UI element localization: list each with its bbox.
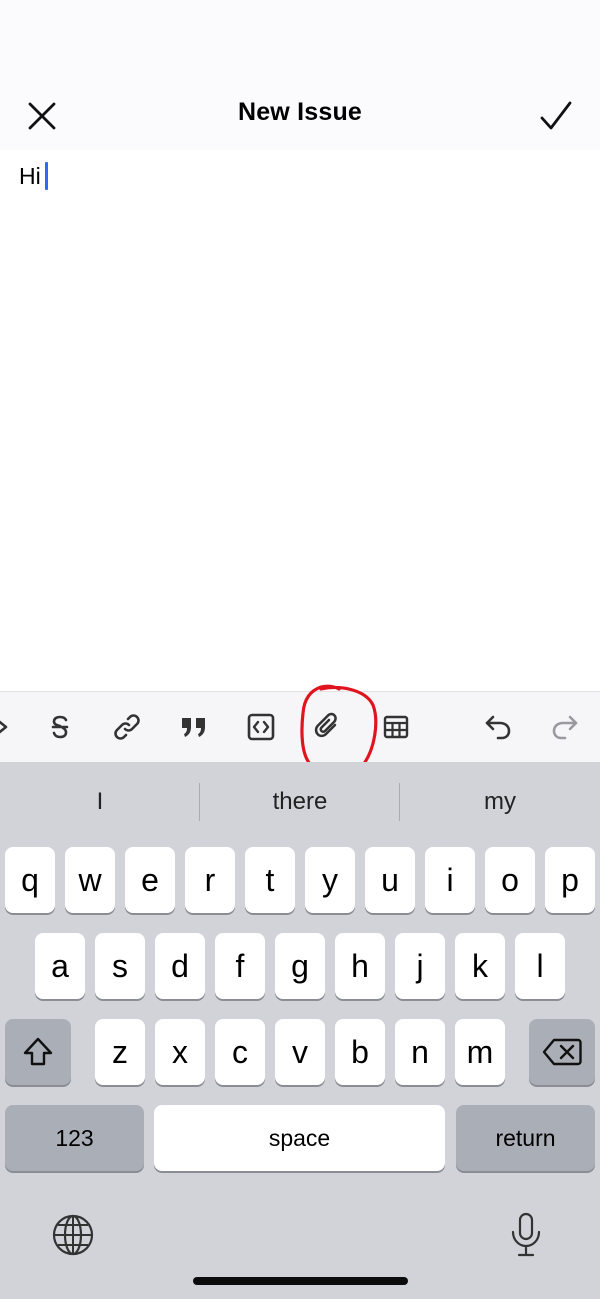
keyboard: I there my q w e r t y u i o p a s d f g… <box>0 762 600 1299</box>
suggestion-1[interactable]: I <box>0 762 200 842</box>
key-n[interactable]: n <box>395 1019 445 1085</box>
key-p[interactable]: p <box>545 847 595 913</box>
key-s[interactable]: s <box>95 933 145 999</box>
key-y[interactable]: y <box>305 847 355 913</box>
backspace-icon <box>542 1038 582 1066</box>
key-t[interactable]: t <box>245 847 295 913</box>
key-m[interactable]: m <box>455 1019 505 1085</box>
key-k[interactable]: k <box>455 933 505 999</box>
numbers-key[interactable]: 123 <box>5 1105 144 1171</box>
key-l[interactable]: l <box>515 933 565 999</box>
space-key[interactable]: space <box>154 1105 445 1171</box>
globe-icon <box>52 1214 94 1256</box>
page-title: New Issue <box>237 98 363 126</box>
key-a[interactable]: a <box>35 933 85 999</box>
key-v[interactable]: v <box>275 1019 325 1085</box>
redo-icon <box>552 715 578 740</box>
key-i[interactable]: i <box>425 847 475 913</box>
table-icon <box>383 715 409 739</box>
key-h[interactable]: h <box>335 933 385 999</box>
microphone-icon <box>511 1212 541 1257</box>
link-icon <box>114 714 140 740</box>
done-button[interactable] <box>534 94 578 138</box>
redo-button[interactable] <box>547 709 583 745</box>
editor-content: Hi <box>19 162 41 189</box>
key-c[interactable]: c <box>215 1019 265 1085</box>
key-o[interactable]: o <box>485 847 535 913</box>
undo-button[interactable] <box>480 709 516 745</box>
key-x[interactable]: x <box>155 1019 205 1085</box>
text-caret <box>44 162 48 190</box>
key-w[interactable]: w <box>65 847 115 913</box>
key-g[interactable]: g <box>275 933 325 999</box>
attachment-icon <box>314 712 337 738</box>
key-u[interactable]: u <box>365 847 415 913</box>
home-indicator <box>193 1277 408 1285</box>
checkmark-icon <box>540 101 572 130</box>
strikethrough-button[interactable] <box>42 709 78 745</box>
shift-icon <box>23 1037 53 1066</box>
issue-body-editor[interactable]: Hi <box>0 150 600 691</box>
key-q[interactable]: q <box>5 847 55 913</box>
code-button[interactable] <box>243 709 279 745</box>
status-bar <box>0 0 600 80</box>
suggestion-3[interactable]: my <box>400 762 600 842</box>
key-r[interactable]: r <box>185 847 235 913</box>
link-button[interactable] <box>109 709 145 745</box>
undo-icon <box>485 715 511 740</box>
chevron-right-icon <box>0 720 8 734</box>
formatting-toolbar <box>0 691 600 763</box>
dictation-button[interactable] <box>496 1205 556 1265</box>
suggestion-2[interactable]: there <box>200 762 400 842</box>
globe-button[interactable] <box>43 1205 103 1265</box>
key-b[interactable]: b <box>335 1019 385 1085</box>
key-j[interactable]: j <box>395 933 445 999</box>
strikethrough-icon <box>51 715 69 739</box>
table-button[interactable] <box>378 709 414 745</box>
navigation-bar: New Issue <box>0 80 600 150</box>
quote-button[interactable] <box>176 709 212 745</box>
return-key[interactable]: return <box>456 1105 595 1171</box>
key-d[interactable]: d <box>155 933 205 999</box>
key-f[interactable]: f <box>215 933 265 999</box>
code-icon <box>247 713 275 741</box>
backspace-key[interactable] <box>529 1019 595 1085</box>
editor-text: Hi <box>19 162 48 190</box>
key-e[interactable]: e <box>125 847 175 913</box>
toolbar-scroll-left[interactable] <box>0 709 20 745</box>
shift-key[interactable] <box>5 1019 71 1085</box>
quote-icon <box>182 718 205 737</box>
key-z[interactable]: z <box>95 1019 145 1085</box>
attachment-button[interactable] <box>310 709 346 745</box>
